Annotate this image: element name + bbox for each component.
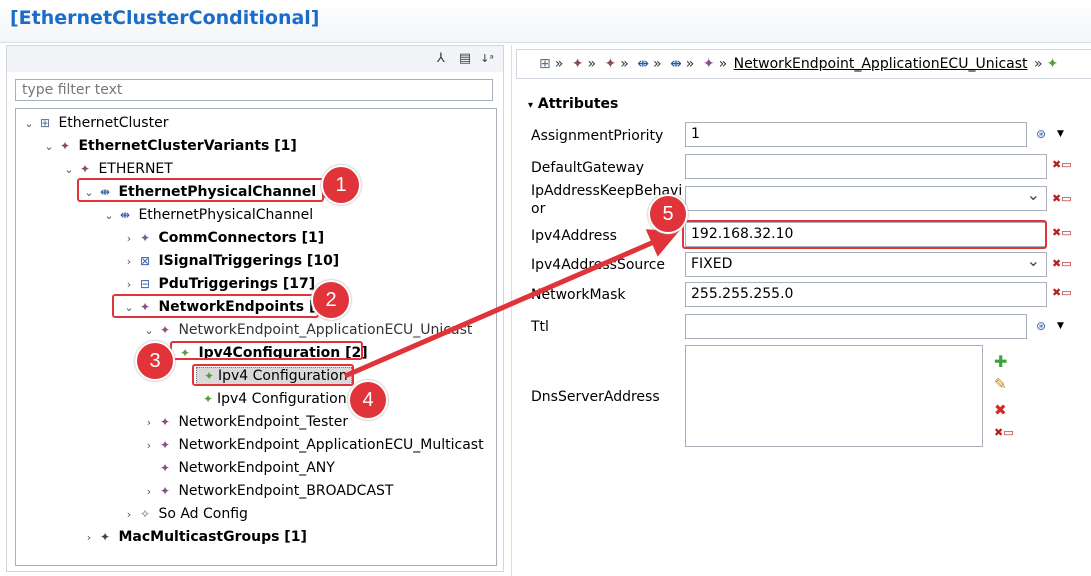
callout-1: 1 [321, 165, 361, 205]
annotation-arrow [344, 229, 680, 379]
callout-3: 3 [135, 341, 175, 381]
callout-4: 4 [348, 380, 388, 420]
callout-5: 5 [648, 194, 688, 234]
callout-2: 2 [311, 280, 351, 320]
arrow-line [344, 229, 680, 379]
